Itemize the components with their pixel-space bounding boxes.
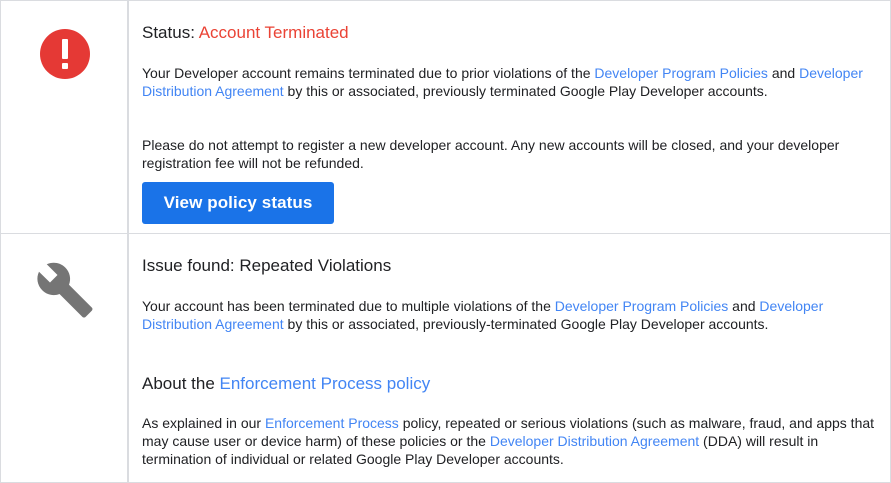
developer-program-policies-link-2[interactable]: Developer Program Policies [555, 298, 729, 314]
issue-content: Issue found: Repeated Violations Your ac… [129, 234, 890, 482]
issue-p1-text-3: by this or associated, previously-termin… [283, 316, 769, 332]
status-p1-text-2: and [767, 65, 800, 81]
enforcement-process-policy-link[interactable]: Enforcement Process policy [220, 374, 431, 393]
status-paragraph-2: Please do not attempt to register a new … [142, 137, 840, 171]
issue-p1-text-2: and [728, 298, 760, 314]
status-paragraph-1: Your Developer account remains terminate… [142, 64, 876, 100]
issue-heading: Issue found: Repeated Violations [142, 256, 392, 275]
about-prefix: About the [142, 374, 220, 393]
view-policy-status-button[interactable]: View policy status [142, 182, 334, 224]
status-content: Status: Account Terminated Your Develope… [129, 1, 890, 233]
status-heading: Status: Account Terminated [142, 22, 349, 44]
issue-icon-cell [1, 234, 129, 482]
status-icon-cell [1, 1, 129, 233]
issue-paragraph-1: Your account has been terminated due to … [142, 297, 876, 333]
status-value: Account Terminated [198, 23, 349, 42]
wrench-icon [37, 262, 93, 318]
exclamation-circle-icon [40, 29, 90, 79]
policy-status-panel: Status: Account Terminated Your Develope… [0, 0, 891, 483]
developer-program-policies-link[interactable]: Developer Program Policies [594, 65, 768, 81]
about-heading: About the Enforcement Process policy [142, 373, 430, 395]
developer-distribution-agreement-link-3[interactable]: Developer Distribution Agreement [490, 433, 699, 449]
enforcement-process-link[interactable]: Enforcement Process [265, 415, 399, 431]
issue-p1-text-1: Your account has been terminated due to … [142, 298, 555, 314]
issue-row: Issue found: Repeated Violations Your ac… [1, 234, 890, 482]
status-prefix: Status: [142, 23, 199, 42]
issue-p2-text-1: As explained in our [142, 415, 265, 431]
issue-paragraph-2: As explained in our Enforcement Process … [142, 414, 876, 468]
status-p1-text-1: Your Developer account remains terminate… [142, 65, 595, 81]
status-row: Status: Account Terminated Your Develope… [1, 1, 890, 234]
status-p1-text-3: by this or associated, previously termin… [283, 83, 768, 99]
